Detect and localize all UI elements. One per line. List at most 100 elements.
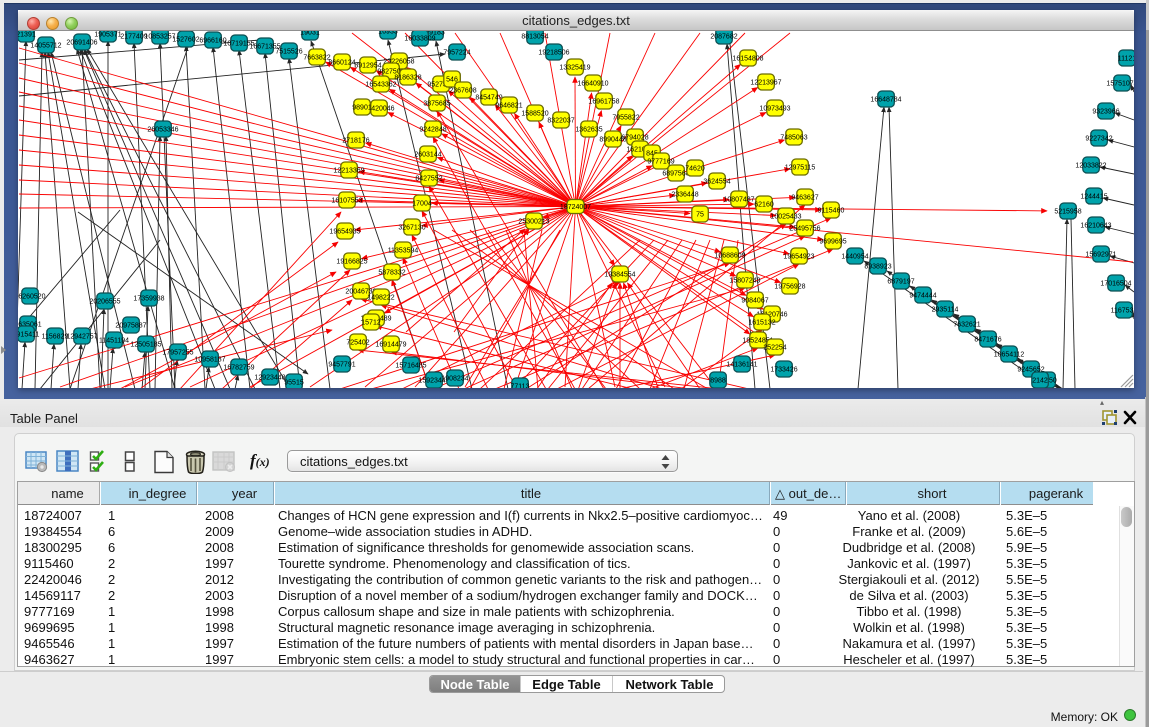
svg-text:9474444: 9474444	[909, 293, 936, 300]
svg-text:1167534: 1167534	[1111, 308, 1134, 315]
svg-text:20206555: 20206555	[89, 299, 120, 306]
svg-text:21391: 21391	[18, 32, 36, 39]
svg-text:16543362: 16543362	[365, 82, 396, 89]
svg-text:19031: 19031	[300, 31, 320, 37]
svg-text:1905371: 1905371	[94, 32, 121, 39]
svg-text:3875685: 3875685	[423, 101, 450, 108]
svg-text:2718176: 2718176	[342, 138, 369, 145]
svg-text:1615132: 1615132	[748, 320, 775, 327]
svg-text:11451194: 11451194	[99, 338, 129, 345]
svg-text:16640910: 16640910	[577, 81, 608, 88]
svg-text:17359938: 17359938	[133, 296, 164, 303]
svg-text:10025433: 10025433	[770, 214, 801, 221]
svg-text:18724007: 18724007	[560, 204, 591, 211]
svg-text:6879197: 6879197	[887, 279, 914, 286]
svg-text:252254: 252254	[763, 345, 786, 352]
svg-text:77113: 77113	[511, 384, 530, 389]
svg-text:1244415: 1244415	[1080, 194, 1107, 201]
svg-text:1527602: 1527602	[172, 37, 199, 44]
svg-text:1440954: 1440954	[841, 254, 868, 261]
svg-text:13325419: 13325419	[559, 65, 590, 72]
svg-text:9463627: 9463627	[791, 195, 818, 202]
svg-text:10853257: 10853257	[144, 34, 175, 41]
svg-text:62160: 62160	[754, 202, 774, 209]
svg-text:15712: 15712	[361, 320, 381, 327]
svg-text:9323966: 9323966	[1092, 109, 1119, 116]
svg-text:9646821: 9646821	[495, 103, 522, 110]
svg-text:8322037: 8322037	[547, 118, 574, 125]
svg-text:3267130: 3267130	[398, 225, 425, 232]
svg-text:10807487: 10807487	[723, 197, 754, 204]
svg-text:10654112: 10654112	[994, 352, 1025, 359]
svg-text:9699695: 9699695	[819, 239, 846, 246]
svg-text:1588520: 1588520	[521, 111, 548, 118]
svg-text:10688609: 10688609	[714, 253, 745, 260]
svg-text:15751074: 15751074	[1106, 81, 1134, 88]
svg-text:26260520: 26260520	[18, 294, 46, 301]
svg-text:14055712: 14055712	[30, 43, 61, 50]
svg-text:2367608: 2367608	[449, 88, 476, 95]
svg-text:98901: 98901	[352, 105, 372, 112]
svg-text:12505185: 12505185	[130, 342, 161, 349]
svg-text:12213967: 12213967	[750, 80, 781, 87]
svg-text:10958187: 10958187	[194, 357, 225, 364]
svg-text:3915411: 3915411	[18, 332, 39, 339]
svg-text:8660124: 8660124	[328, 60, 355, 67]
svg-text:9242848: 9242848	[419, 127, 446, 134]
svg-text:16107553: 16107553	[331, 198, 362, 205]
svg-text:20691406: 20691406	[66, 40, 97, 47]
svg-text:16033809: 16033809	[404, 36, 435, 43]
svg-text:1498222: 1498222	[367, 295, 394, 302]
svg-text:7515526: 7515526	[275, 49, 302, 56]
svg-text:95515: 95515	[284, 380, 304, 387]
svg-text:16154808: 16154808	[732, 56, 763, 63]
svg-text:11353594: 11353594	[388, 248, 419, 255]
svg-text:11121: 11121	[1118, 56, 1134, 63]
svg-text:10973493: 10973493	[759, 106, 790, 113]
svg-text:2935114: 2935114	[932, 307, 959, 314]
svg-text:2087682: 2087682	[710, 34, 737, 41]
svg-text:12975115: 12975115	[785, 165, 816, 172]
svg-text:2142: 2142	[1032, 378, 1048, 385]
svg-text:25300213: 25300213	[518, 219, 549, 226]
svg-text:19756928: 19756928	[774, 284, 805, 291]
svg-text:8471676: 8471676	[974, 337, 1001, 344]
svg-text:1733426: 1733426	[770, 367, 797, 374]
svg-text:75: 75	[696, 212, 704, 219]
svg-text:725402: 725402	[346, 340, 369, 347]
svg-text:15807249: 15807249	[729, 278, 760, 285]
svg-text:8454749: 8454749	[475, 95, 502, 102]
svg-text:19654935: 19654935	[329, 229, 360, 236]
svg-text:16933: 16933	[378, 31, 398, 36]
svg-text:1908234: 1908234	[441, 376, 468, 383]
svg-text:17004: 17004	[412, 201, 432, 208]
svg-text:20975887: 20975887	[115, 323, 146, 330]
svg-text:12942757: 12942757	[66, 334, 97, 341]
svg-text:16782759: 16782759	[223, 365, 254, 372]
svg-text:8988: 8988	[710, 378, 726, 385]
svg-text:3624554: 3624554	[703, 179, 730, 186]
svg-text:8427552: 8427552	[415, 176, 442, 183]
svg-text:2336448: 2336448	[671, 192, 698, 199]
svg-text:7955822: 7955822	[612, 115, 639, 122]
svg-text:19166825: 19166825	[336, 259, 367, 266]
svg-text:12033822: 12033822	[1075, 163, 1106, 170]
svg-text:9084067: 9084067	[741, 298, 768, 305]
svg-text:14136141: 14136141	[726, 362, 757, 369]
svg-text:9227342: 9227342	[1085, 136, 1112, 143]
svg-text:1362635: 1362635	[575, 127, 602, 134]
svg-text:7485063: 7485063	[780, 135, 807, 142]
svg-text:5878332: 5878332	[378, 270, 405, 277]
svg-text:15716485: 15716485	[395, 363, 426, 370]
svg-text:16961758: 16961758	[588, 99, 619, 106]
svg-text:16210643: 16210643	[1080, 223, 1111, 230]
svg-text:7663822: 7663822	[303, 55, 330, 62]
svg-text:5215958: 5215958	[1054, 209, 1081, 216]
svg-text:8938923: 8938923	[864, 264, 891, 271]
svg-text:9777169: 9777169	[647, 159, 674, 166]
svg-text:15692971: 15692971	[1085, 252, 1116, 259]
svg-text:25495756: 25495756	[789, 226, 820, 233]
svg-text:7632621: 7632621	[953, 322, 980, 329]
svg-text:9457791: 9457791	[328, 362, 355, 369]
svg-text:26053346: 26053346	[147, 127, 178, 134]
